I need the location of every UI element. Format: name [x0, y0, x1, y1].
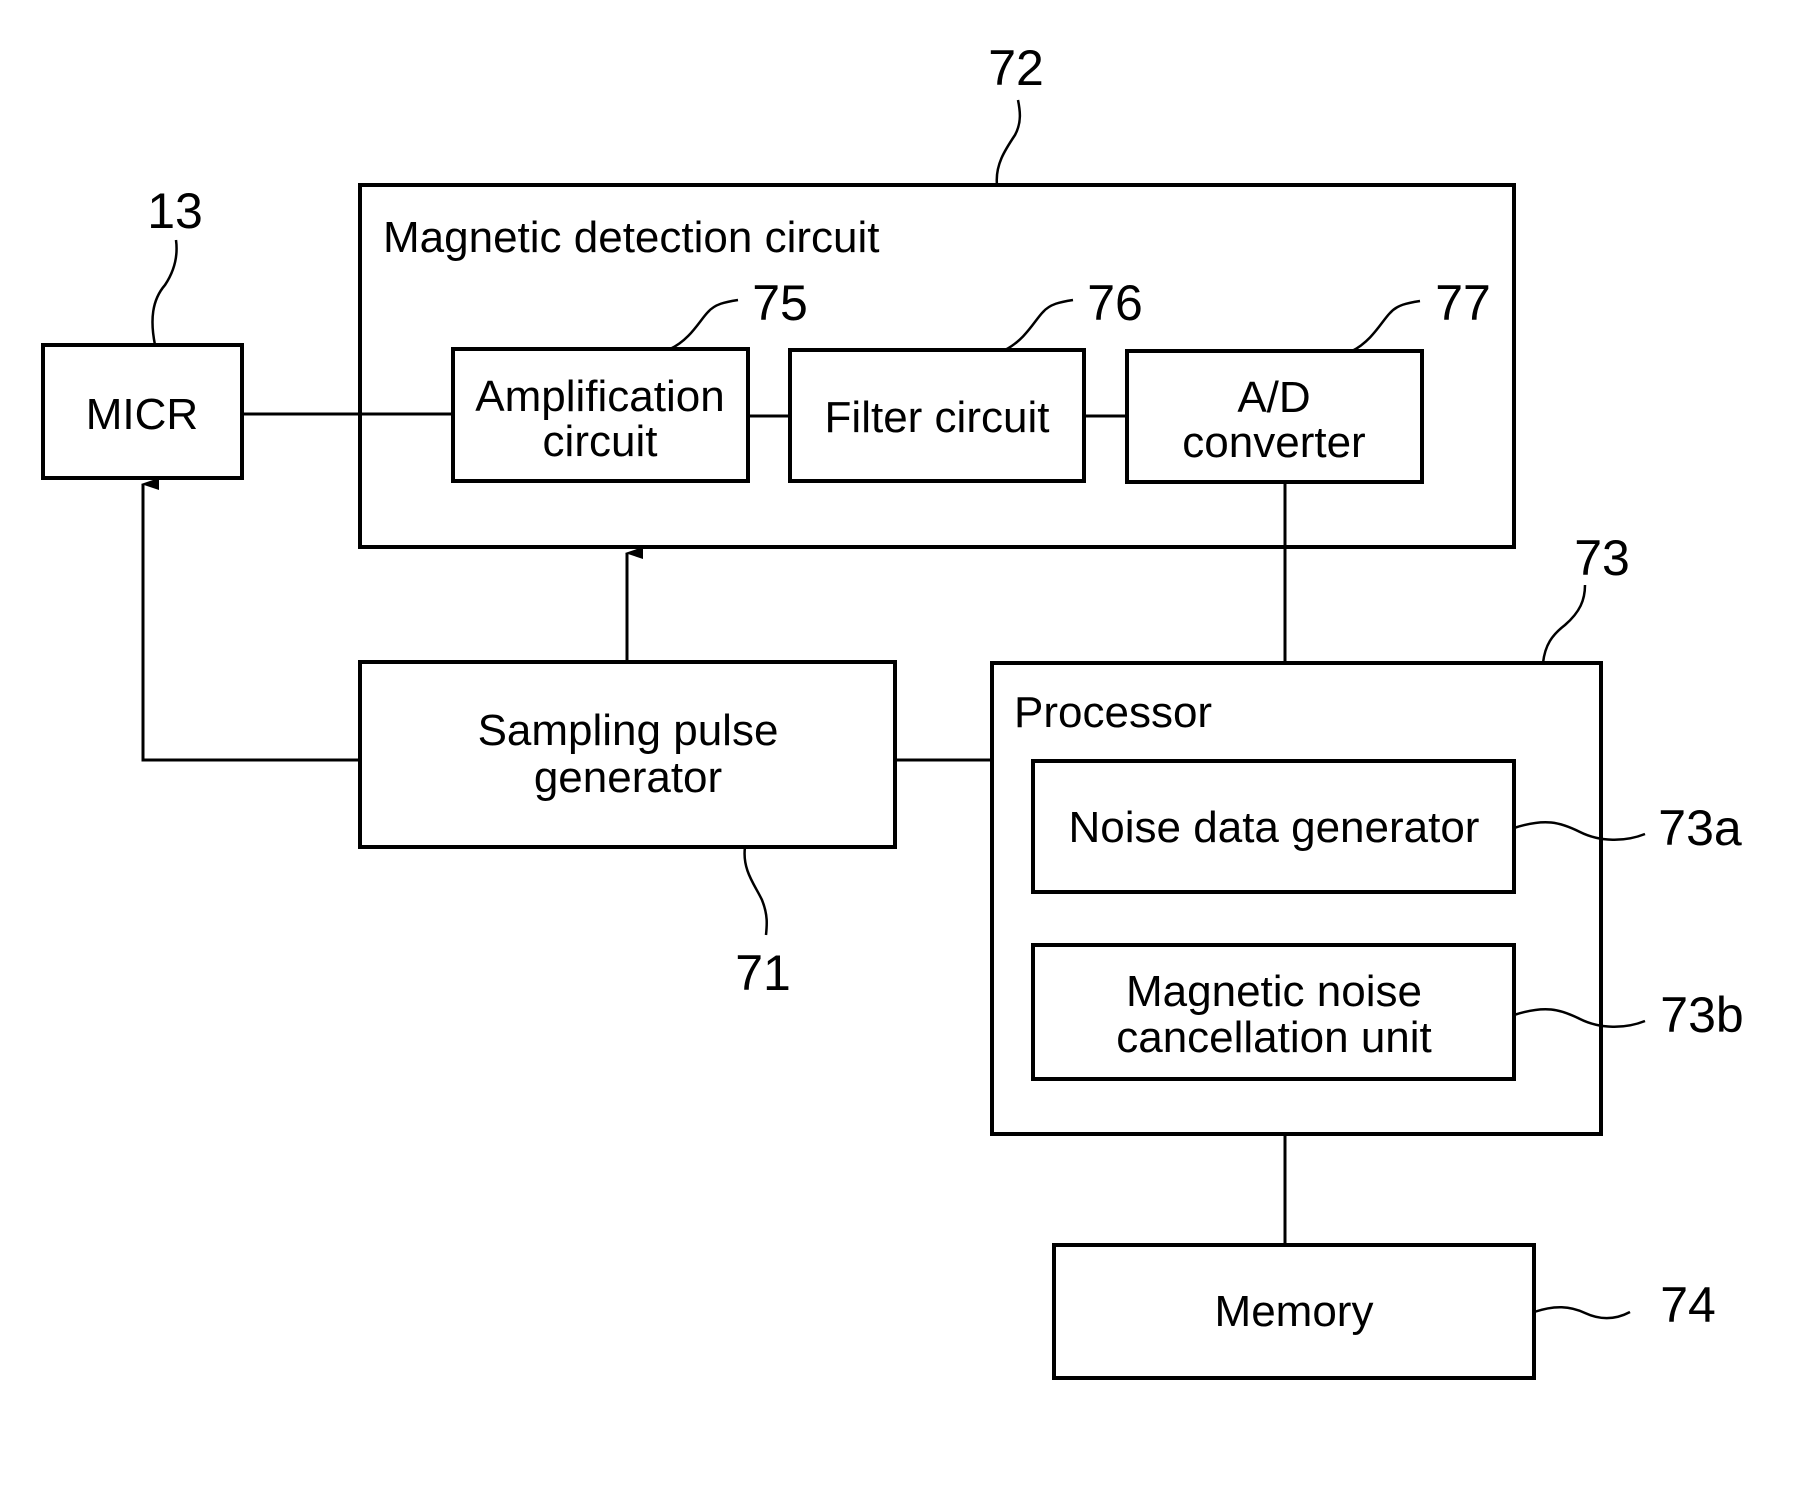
filter-circuit-block: Filter circuit	[788, 348, 1086, 483]
ref-73: 73	[1574, 530, 1630, 586]
magnetic-noise-cancellation-block: Magnetic noise cancellation unit	[1031, 943, 1516, 1081]
block-diagram: MICR 13 Magnetic detection circuit 72 Am…	[41, 40, 1744, 1380]
processor-label: Processor	[1014, 688, 1212, 737]
arrow-sampling-to-micr	[141, 478, 360, 762]
magnetic-noise-label-line2: cancellation unit	[1116, 1013, 1432, 1062]
ref-75: 75	[752, 275, 808, 331]
ref-76: 76	[1087, 275, 1143, 331]
magnetic-detection-circuit-label: Magnetic detection circuit	[383, 213, 879, 262]
leader-74	[1533, 1306, 1631, 1320]
leader-75	[669, 298, 739, 351]
leader-13	[151, 239, 178, 346]
ad-converter-label-line2: converter	[1182, 418, 1365, 467]
leader-77	[1351, 299, 1421, 353]
memory-block: Memory	[1052, 1243, 1536, 1380]
ref-73b: 73b	[1660, 987, 1743, 1043]
ref-74: 74	[1660, 1277, 1716, 1333]
amplification-label-line2: circuit	[543, 417, 658, 466]
leader-72	[995, 99, 1022, 186]
leader-71	[743, 846, 769, 936]
memory-label: Memory	[1215, 1287, 1374, 1336]
leader-73a	[1513, 821, 1646, 842]
sampling-pulse-label-line2: generator	[534, 753, 722, 802]
noise-data-generator-block: Noise data generator	[1031, 759, 1516, 894]
noise-data-generator-label: Noise data generator	[1069, 803, 1480, 852]
ref-73a: 73a	[1658, 800, 1742, 856]
ad-converter-block: A/D converter	[1125, 349, 1424, 484]
ref-13: 13	[147, 183, 203, 239]
filter-circuit-label: Filter circuit	[825, 393, 1050, 442]
ref-72: 72	[988, 40, 1044, 96]
leader-76	[1004, 298, 1074, 352]
ad-converter-label-line1: A/D	[1237, 373, 1310, 422]
ref-71: 71	[735, 945, 791, 1001]
sampling-pulse-label-line1: Sampling pulse	[478, 706, 779, 755]
micr-label: MICR	[86, 390, 198, 439]
amplification-circuit-block: Amplification circuit	[451, 347, 750, 483]
leader-73	[1541, 584, 1587, 664]
ref-77: 77	[1435, 275, 1491, 331]
magnetic-noise-label-line1: Magnetic noise	[1126, 967, 1422, 1016]
sampling-pulse-generator-block: Sampling pulse generator	[358, 660, 897, 849]
micr-block: MICR	[41, 343, 244, 480]
leader-73b	[1513, 1008, 1646, 1029]
amplification-label-line1: Amplification	[475, 372, 724, 421]
